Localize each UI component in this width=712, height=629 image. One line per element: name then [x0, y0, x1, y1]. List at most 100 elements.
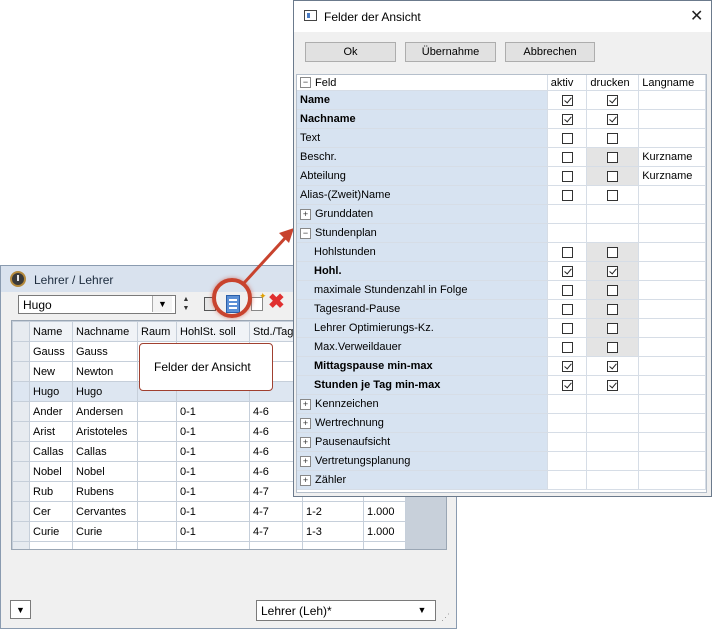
- field-name-cell[interactable]: Max.Verweildauer: [297, 337, 548, 357]
- drucken-cell[interactable]: [586, 356, 640, 376]
- table-cell[interactable]: Gauss: [29, 341, 73, 362]
- table-cell[interactable]: 0-1: [176, 421, 250, 442]
- table-cell[interactable]: 0-1: [176, 401, 250, 422]
- drucken-cell[interactable]: [586, 90, 640, 110]
- drucken-cell[interactable]: [586, 375, 640, 395]
- collapse-icon[interactable]: −: [300, 227, 311, 239]
- aktiv-checkbox[interactable]: [561, 170, 573, 182]
- record-spinner[interactable]: ▲ ▼: [180, 295, 192, 314]
- table-cell[interactable]: 1-2: [302, 501, 364, 522]
- table-cell[interactable]: Arist: [29, 421, 73, 442]
- drucken-cell[interactable]: [586, 318, 640, 338]
- aktiv-checkbox[interactable]: [561, 189, 573, 201]
- table-cell[interactable]: 1.000: [363, 521, 406, 542]
- table-cell[interactable]: [137, 481, 177, 502]
- field-name-cell[interactable]: + Zähler: [297, 470, 548, 490]
- row-header[interactable]: [12, 401, 30, 422]
- chevron-down-icon[interactable]: ▼: [412, 601, 432, 620]
- field-name-cell[interactable]: maximale Stundenzahl in Folge: [297, 280, 548, 300]
- collapse-toggle-icon[interactable]: −: [300, 77, 311, 89]
- langname-cell[interactable]: [638, 394, 706, 414]
- drucken-checkbox[interactable]: [607, 360, 619, 372]
- column-header-feld[interactable]: − Feld: [297, 75, 548, 91]
- abbrechen-button[interactable]: Abbrechen: [505, 42, 595, 62]
- drucken-cell[interactable]: [586, 470, 640, 490]
- row-header[interactable]: [12, 381, 30, 402]
- aktiv-checkbox[interactable]: [561, 303, 573, 315]
- drucken-checkbox[interactable]: [607, 284, 619, 296]
- aktiv-checkbox[interactable]: [561, 246, 573, 258]
- langname-cell[interactable]: [638, 185, 706, 205]
- table-cell[interactable]: 0-1: [176, 481, 250, 502]
- drucken-checkbox[interactable]: [607, 322, 619, 334]
- field-row[interactable]: Alias-(Zweit)Name: [297, 185, 706, 205]
- table-cell[interactable]: Nobel: [29, 461, 73, 482]
- drucken-cell[interactable]: [586, 242, 640, 262]
- drucken-cell[interactable]: [586, 128, 640, 148]
- langname-cell[interactable]: [638, 337, 706, 357]
- element-type-select[interactable]: Lehrer (Leh)*: [256, 600, 436, 621]
- field-row[interactable]: Beschr. Kurzname: [297, 147, 706, 167]
- aktiv-checkbox[interactable]: [561, 151, 573, 163]
- aktiv-checkbox[interactable]: [561, 94, 573, 106]
- langname-cell[interactable]: [638, 280, 706, 300]
- langname-cell[interactable]: [638, 204, 706, 224]
- drucken-checkbox[interactable]: [607, 94, 619, 106]
- column-header[interactable]: Name: [29, 321, 73, 342]
- field-group-row[interactable]: + Kennzeichen: [297, 394, 706, 414]
- field-row[interactable]: Text: [297, 128, 706, 148]
- langname-cell[interactable]: [638, 90, 706, 110]
- langname-cell[interactable]: [638, 299, 706, 319]
- aktiv-checkbox[interactable]: [561, 322, 573, 334]
- row-header[interactable]: [12, 521, 30, 542]
- table-cell[interactable]: 0-1: [176, 501, 250, 522]
- expand-icon[interactable]: +: [300, 417, 311, 429]
- drucken-checkbox[interactable]: [607, 151, 619, 163]
- row-header[interactable]: [12, 341, 30, 362]
- field-name-cell[interactable]: − Stundenplan: [297, 223, 548, 243]
- expand-icon[interactable]: +: [300, 436, 311, 448]
- langname-cell[interactable]: [638, 242, 706, 262]
- aktiv-checkbox[interactable]: [561, 379, 573, 391]
- close-icon[interactable]: ✕: [690, 6, 703, 26]
- langname-cell[interactable]: [638, 318, 706, 338]
- drucken-checkbox[interactable]: [607, 379, 619, 391]
- field-group-row[interactable]: + Zähler: [297, 470, 706, 490]
- table-row[interactable]: Cer Cervantes 0-1 4-7 1-2 1.000: [12, 501, 406, 522]
- expand-icon[interactable]: +: [300, 474, 311, 486]
- table-cell[interactable]: [137, 441, 177, 462]
- field-name-cell[interactable]: Abteilung: [297, 166, 548, 186]
- langname-cell[interactable]: [638, 375, 706, 395]
- table-cell[interactable]: Cervantes: [72, 501, 138, 522]
- aktiv-cell[interactable]: [547, 242, 588, 262]
- field-name-cell[interactable]: Mittagspause min-max: [297, 356, 548, 376]
- field-row[interactable]: maximale Stundenzahl in Folge: [297, 280, 706, 300]
- column-header[interactable]: Raum: [137, 321, 177, 342]
- table-cell[interactable]: Aristoteles: [72, 421, 138, 442]
- aktiv-cell[interactable]: [547, 394, 588, 414]
- field-name-cell[interactable]: + Vertretungsplanung: [297, 451, 548, 471]
- aktiv-cell[interactable]: [547, 451, 588, 471]
- langname-cell[interactable]: [638, 470, 706, 490]
- aktiv-checkbox[interactable]: [561, 284, 573, 296]
- drucken-cell[interactable]: [586, 432, 640, 452]
- langname-cell[interactable]: [638, 109, 706, 129]
- drucken-cell[interactable]: [586, 394, 640, 414]
- aktiv-cell[interactable]: [547, 109, 588, 129]
- field-row[interactable]: Lehrer Optimierungs-Kz.: [297, 318, 706, 338]
- row-header[interactable]: [12, 481, 30, 502]
- table-cell[interactable]: Hugo: [72, 381, 138, 402]
- table-cell[interactable]: 0-1: [176, 441, 250, 462]
- table-cell[interactable]: [137, 541, 177, 549]
- drucken-cell[interactable]: [586, 451, 640, 471]
- field-group-row[interactable]: + Grunddaten: [297, 204, 706, 224]
- table-cell[interactable]: Cer: [29, 501, 73, 522]
- field-name-cell[interactable]: Hohlstunden: [297, 242, 548, 262]
- table-cell[interactable]: New: [29, 361, 73, 382]
- field-row[interactable]: Hohl.: [297, 261, 706, 281]
- table-cell[interactable]: [12, 541, 30, 549]
- langname-cell[interactable]: [638, 261, 706, 281]
- field-name-cell[interactable]: Tagesrand-Pause: [297, 299, 548, 319]
- aktiv-cell[interactable]: [547, 223, 588, 243]
- aktiv-cell[interactable]: [547, 375, 588, 395]
